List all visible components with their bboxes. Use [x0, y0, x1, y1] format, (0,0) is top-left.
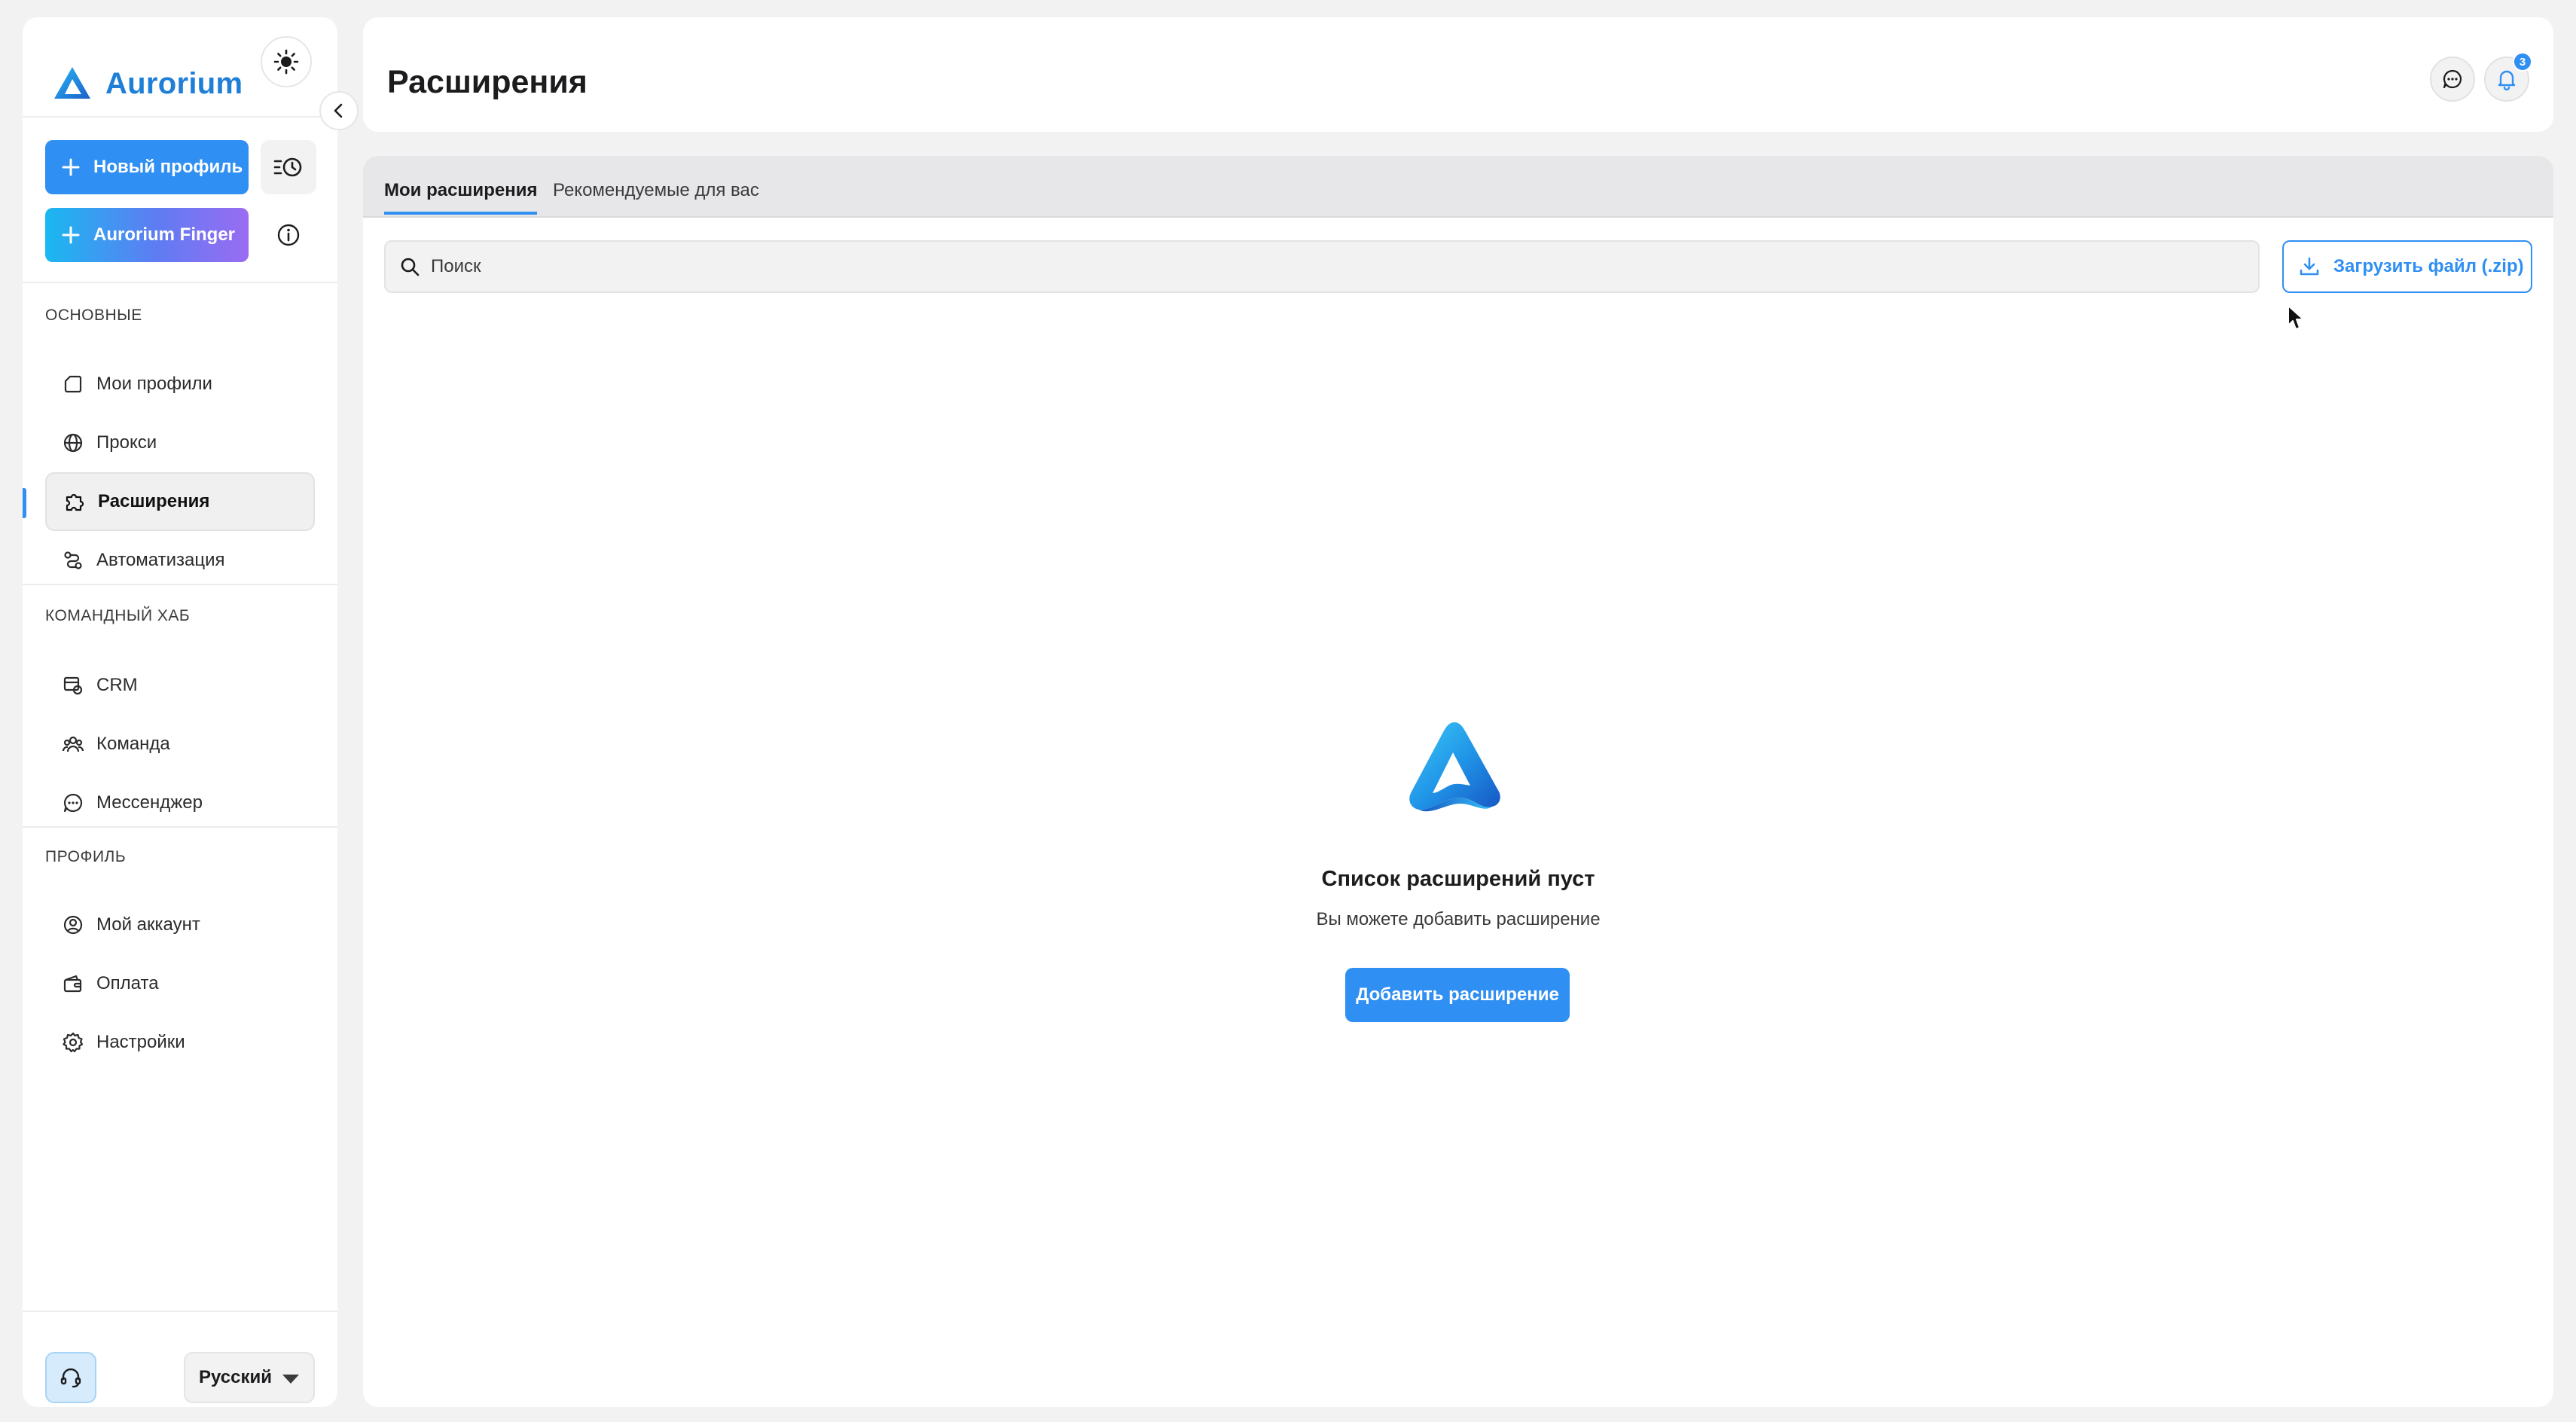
- sidebar-item-extensions[interactable]: Расширения: [45, 472, 315, 531]
- upload-zip-button[interactable]: Загрузить файл (.zip): [2282, 240, 2532, 293]
- mouse-cursor-icon: [2287, 304, 2306, 331]
- search-input[interactable]: [431, 256, 2163, 277]
- support-button[interactable]: [45, 1352, 96, 1403]
- sidebar-item-crm[interactable]: CRM: [45, 656, 315, 715]
- sidebar-item-label: Мои профили: [96, 374, 212, 394]
- sidebar-item-label: Настройки: [96, 1032, 185, 1052]
- sidebar-item-label: Расширения: [98, 491, 210, 511]
- search-icon: [399, 256, 420, 277]
- page-header: Расширения 3: [363, 17, 2553, 132]
- sidebar-item-label: Оплата: [96, 973, 159, 993]
- divider: [23, 1311, 337, 1312]
- collapse-sidebar-button[interactable]: [319, 91, 359, 130]
- upload-zip-label: Загрузить файл (.zip): [2333, 256, 2524, 276]
- sidebar-item-proxy[interactable]: Прокси: [45, 413, 315, 472]
- plus-icon: [62, 226, 80, 244]
- sidebar-item-payment[interactable]: Оплата: [45, 954, 315, 1013]
- gear-icon: [62, 1031, 84, 1054]
- sidebar-item-label: Мессенджер: [96, 792, 203, 813]
- puzzle-icon: [63, 490, 86, 513]
- divider: [23, 116, 337, 117]
- sidebar-item-automation[interactable]: Автоматизация: [45, 531, 315, 590]
- sidebar-item-label: Команда: [96, 734, 170, 754]
- divider: [23, 584, 337, 585]
- info-button[interactable]: [274, 221, 303, 249]
- wallet-icon: [62, 972, 84, 995]
- folder-icon: [62, 373, 84, 395]
- section-title-profile: ПРОФИЛЬ: [45, 848, 127, 865]
- caret-down-icon: [282, 1373, 300, 1385]
- plus-icon: [62, 158, 80, 176]
- aurorium-finger-button[interactable]: Aurorium Finger: [45, 208, 249, 262]
- aurorium-finger-label: Aurorium Finger: [93, 224, 236, 245]
- sidebar-item-label: CRM: [96, 675, 138, 695]
- crm-icon: [62, 674, 84, 697]
- sidebar-item-my-profiles[interactable]: Мои профили: [45, 355, 315, 413]
- sun-icon: [273, 49, 299, 75]
- sidebar-item-label: Мой аккаунт: [96, 914, 200, 935]
- brand-name: Aurorium: [105, 66, 243, 100]
- empty-state-title: Список расширений пуст: [1321, 867, 1595, 891]
- section-title-team-hub: КОМАНДНЫЙ ХАБ: [45, 607, 191, 624]
- sidebar-item-label: Прокси: [96, 432, 157, 453]
- sidebar-item-label: Автоматизация: [96, 550, 225, 570]
- add-extension-button[interactable]: Добавить расширение: [1345, 968, 1570, 1022]
- sidebar-item-settings[interactable]: Настройки: [45, 1013, 315, 1072]
- sidebar-item-my-account[interactable]: Мой аккаунт: [45, 896, 315, 954]
- automation-icon: [62, 549, 84, 572]
- bell-icon: [2495, 68, 2518, 90]
- sidebar-item-messenger[interactable]: Мессенджер: [45, 774, 315, 832]
- divider: [23, 826, 337, 828]
- aurorium-logo-icon: [50, 61, 95, 106]
- chat-icon: [62, 792, 84, 814]
- history-icon: [273, 154, 304, 180]
- language-value: Русский: [199, 1367, 272, 1387]
- sidebar-item-team[interactable]: Команда: [45, 715, 315, 774]
- chat-icon: [2441, 68, 2464, 90]
- section-title-main: ОСНОВНЫЕ: [45, 307, 142, 324]
- info-icon: [276, 223, 301, 247]
- notifications-button[interactable]: 3: [2484, 52, 2532, 102]
- notification-badge: 3: [2513, 52, 2532, 72]
- headset-icon: [60, 1366, 82, 1389]
- download-icon: [2299, 256, 2320, 277]
- language-select[interactable]: Русский: [184, 1352, 315, 1403]
- history-button[interactable]: [261, 140, 316, 194]
- theme-toggle-button[interactable]: [261, 36, 312, 87]
- globe-icon: [62, 432, 84, 454]
- tab-bar: Мои расширения Рекомендуемые для вас: [363, 156, 2553, 218]
- tab-my-extensions[interactable]: Мои расширения: [384, 180, 538, 215]
- aurorium-logo-icon: [1406, 719, 1503, 813]
- chevron-left-icon: [331, 102, 347, 119]
- messages-button[interactable]: [2430, 56, 2475, 102]
- new-profile-label: Новый профиль: [93, 157, 243, 177]
- sidebar: Aurorium Новый профиль Aurorium Finger О…: [23, 17, 337, 1407]
- new-profile-button[interactable]: Новый профиль: [45, 140, 249, 194]
- team-icon: [62, 733, 84, 755]
- page-title: Расширения: [387, 64, 588, 100]
- divider: [23, 282, 337, 283]
- main-panel: Мои расширения Рекомендуемые для вас Заг…: [363, 156, 2553, 1407]
- account-icon: [62, 914, 84, 936]
- search-field[interactable]: [384, 240, 2260, 293]
- active-indicator: [23, 488, 26, 518]
- tab-recommended[interactable]: Рекомендуемые для вас: [553, 180, 759, 212]
- empty-state-subtitle: Вы можете добавить расширение: [1316, 909, 1601, 929]
